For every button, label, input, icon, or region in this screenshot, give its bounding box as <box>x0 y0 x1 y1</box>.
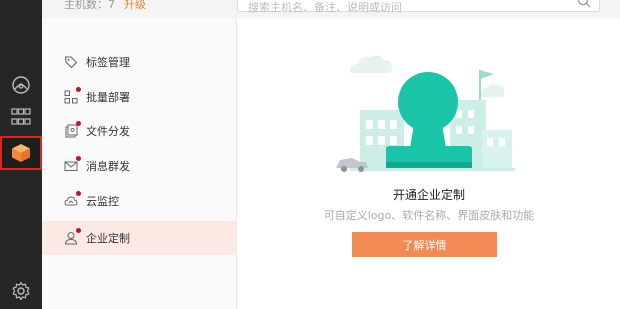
menu-label-batch-deploy: 批量部署 <box>86 91 130 104</box>
monitor-icon <box>12 76 30 94</box>
feature-menu: 标签管理 批量部署 文件分发 消息群发 云监控 企业定制 <box>42 18 237 309</box>
rail-item-settings[interactable] <box>0 274 42 308</box>
tag-icon <box>64 55 78 69</box>
menu-label-mass-message: 消息群发 <box>86 160 130 173</box>
menu-item-enterprise-custom[interactable]: 企业定制 <box>42 221 237 255</box>
menu-label-tags: 标签管理 <box>86 56 130 69</box>
menu-item-cloud-monitor[interactable]: 云监控 <box>42 184 237 218</box>
search-placeholder: 搜索主机名、备注、说明或访问 <box>248 1 402 14</box>
menu-item-tags[interactable]: 标签管理 <box>42 45 237 79</box>
gear-icon <box>12 281 30 301</box>
menu-label-cloud-monitor: 云监控 <box>86 195 119 208</box>
menu-label-enterprise-custom: 企业定制 <box>86 232 130 245</box>
user-icon <box>64 228 81 245</box>
grid-icon <box>11 108 31 125</box>
enterprise-illustration <box>336 55 515 172</box>
search-input[interactable]: 搜索主机名、备注、说明或访问 <box>237 0 600 14</box>
rail-item-enterprise[interactable] <box>0 136 42 170</box>
promo-description: 可自定义logo、软件名称、界面皮肤和功能 <box>323 209 535 222</box>
menu-item-file-distribute[interactable]: 文件分发 <box>42 114 237 148</box>
mail-icon <box>64 156 81 173</box>
rail-item-monitor[interactable] <box>0 68 42 102</box>
search-icon[interactable] <box>577 0 591 8</box>
upgrade-link[interactable]: 升级 <box>124 0 146 10</box>
menu-item-batch-deploy[interactable]: 批量部署 <box>42 80 237 114</box>
promo-headline: 开通企业定制 <box>392 188 465 202</box>
host-count: 主机数：7 <box>64 0 115 11</box>
menu-label-file-distribute: 文件分发 <box>86 125 130 138</box>
batch-deploy-icon <box>64 87 81 104</box>
learn-more-button[interactable]: 了解详情 <box>352 232 497 257</box>
main-panel: 开通企业定制 可自定义logo、软件名称、界面皮肤和功能 了解详情 <box>238 18 620 309</box>
file-distribute-icon <box>64 121 81 138</box>
app-rail <box>0 0 42 309</box>
rail-item-grid[interactable] <box>0 100 42 134</box>
box-icon <box>12 144 30 162</box>
cloud-icon <box>64 191 81 208</box>
menu-item-mass-message[interactable]: 消息群发 <box>42 149 237 183</box>
